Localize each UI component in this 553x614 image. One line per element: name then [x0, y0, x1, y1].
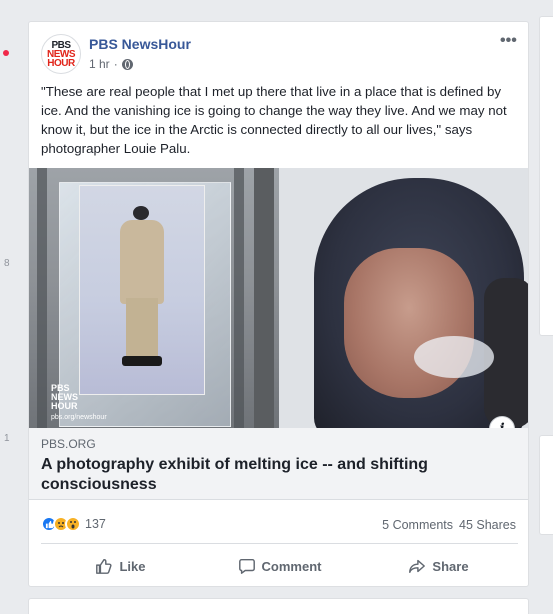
like-label: Like [119, 558, 146, 574]
right-column-card [539, 435, 553, 535]
divider [41, 543, 518, 544]
comments-count-link[interactable]: 5 Comments [382, 518, 453, 532]
engagement-counts: 5 Comments 45 Shares [382, 518, 516, 532]
comment-icon [238, 558, 255, 574]
wow-icon [65, 516, 81, 532]
reaction-count: 137 [85, 517, 106, 531]
left-rail: 8 1 [0, 0, 28, 614]
link-domain: PBS.ORG [41, 437, 96, 451]
post-timestamp[interactable]: 1 hr [89, 57, 110, 71]
shares-count-link[interactable]: 45 Shares [459, 518, 516, 532]
page-avatar[interactable]: PBS NEWS HOUR [41, 34, 81, 74]
link-title[interactable]: A photography exhibit of melting ice -- … [41, 455, 511, 495]
pbs-watermark-url: pbs.org/newshour [51, 414, 107, 421]
avatar-logo-text: HOUR [47, 57, 75, 69]
post-caption: "These are real people that I met up the… [41, 84, 507, 156]
more-options-button[interactable]: ••• [500, 32, 517, 50]
comment-button[interactable]: Comment [200, 550, 359, 582]
pbs-watermark: PBS NEWS HOUR [51, 383, 78, 411]
link-preview[interactable]: PBS.ORG A photography exhibit of melting… [29, 428, 528, 500]
share-label: Share [432, 558, 469, 574]
post-actions: Like Comment Share [41, 550, 518, 582]
share-button[interactable]: Share [359, 550, 518, 582]
frozen-photo [79, 185, 205, 395]
right-column-card [539, 16, 553, 336]
like-button[interactable]: Like [41, 550, 200, 582]
post-meta: 1 hr · [89, 57, 133, 71]
page-name-link[interactable]: PBS NewsHour [89, 36, 191, 52]
post-image[interactable]: PBS NEWS HOUR pbs.org/newshour [29, 168, 528, 428]
share-arrow-icon [409, 559, 426, 574]
reactions-summary[interactable]: 137 [41, 516, 106, 532]
thumbs-up-icon [96, 558, 113, 574]
globe-icon[interactable] [121, 58, 133, 70]
comment-label: Comment [261, 558, 322, 574]
feed-post: PBS NEWS HOUR PBS NewsHour 1 hr · ••• "T… [28, 21, 529, 587]
ice-block-photo: PBS NEWS HOUR pbs.org/newshour [29, 168, 279, 428]
next-feed-post [28, 598, 529, 614]
rail-number: 8 [4, 258, 10, 269]
notification-dot [3, 50, 9, 56]
rail-number: 1 [4, 433, 10, 444]
